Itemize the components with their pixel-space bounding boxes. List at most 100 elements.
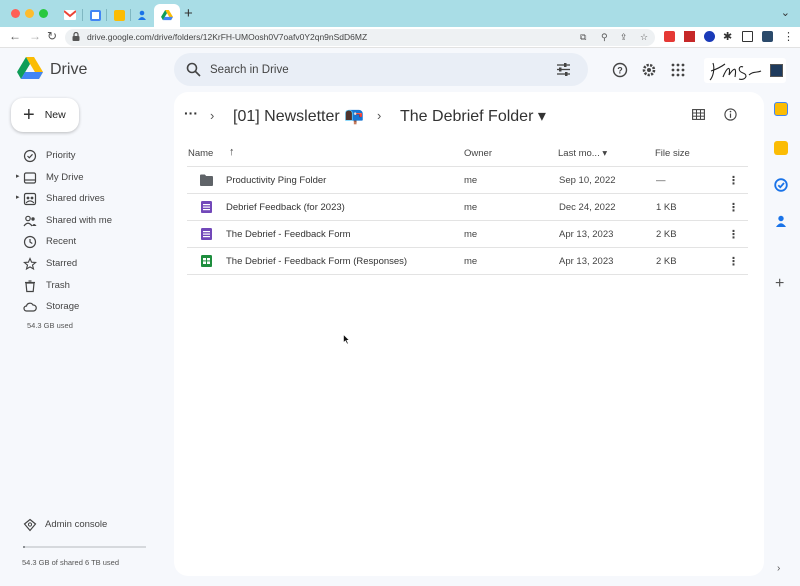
- tab-list-chevron-icon[interactable]: ⌄: [781, 6, 790, 19]
- breadcrumb-parent-folder[interactable]: [01] Newsletter 📭: [233, 106, 364, 126]
- file-owner: me: [464, 229, 478, 240]
- sidebar-item-label: Starred: [46, 258, 78, 269]
- profile-small-icon[interactable]: [762, 31, 773, 42]
- apps-grid-icon[interactable]: [670, 62, 686, 78]
- sidebar-item-storage[interactable]: Storage: [0, 298, 170, 316]
- sidebar-item-label: Trash: [46, 280, 70, 291]
- search-bar[interactable]: [174, 53, 588, 86]
- sidebar-item-label: Priority: [46, 150, 76, 161]
- trash-icon: [25, 280, 35, 293]
- tab-contacts[interactable]: [131, 5, 153, 25]
- file-size: 2 KB: [656, 229, 677, 240]
- hide-side-panel-chevron-icon[interactable]: ›: [777, 563, 780, 574]
- more-actions-icon[interactable]: ⋮: [728, 228, 739, 241]
- more-actions-icon[interactable]: ⋮: [728, 255, 739, 268]
- admin-console-label: Admin console: [45, 519, 108, 530]
- admin-console-link[interactable]: Admin console: [0, 516, 170, 534]
- file-name[interactable]: The Debrief - Feedback Form (Responses): [226, 256, 407, 267]
- sidebar-item-starred[interactable]: Starred: [0, 255, 170, 273]
- chevron-right-icon: ›: [377, 108, 382, 123]
- minimize-window-button[interactable]: [25, 9, 34, 18]
- expand-caret-icon[interactable]: ▸: [16, 193, 20, 201]
- signature-logo-icon: [709, 62, 762, 81]
- bookmark-star-icon[interactable]: ☆: [640, 32, 648, 43]
- forward-button[interactable]: →: [29, 29, 41, 43]
- chevron-right-icon: ›: [210, 108, 215, 123]
- sidebar-item-label: Storage: [46, 301, 80, 312]
- column-header-file-size[interactable]: File size: [655, 148, 690, 159]
- extension-blue-icon[interactable]: [704, 31, 715, 42]
- divider: [187, 193, 748, 194]
- install-app-icon[interactable]: ⧉: [580, 32, 586, 43]
- sidebar-item-my-drive[interactable]: ▸ My Drive: [0, 169, 170, 187]
- back-button[interactable]: ←: [9, 29, 21, 43]
- info-icon[interactable]: [724, 108, 737, 121]
- breadcrumb-more-button[interactable]: ···: [184, 105, 198, 121]
- app-name: Drive: [50, 61, 88, 78]
- sidebar-item-recent[interactable]: Recent: [0, 233, 170, 251]
- file-owner: me: [464, 256, 478, 267]
- tab-calendar[interactable]: [84, 5, 106, 25]
- folder-icon: [200, 174, 213, 186]
- new-tab-button[interactable]: +: [184, 5, 193, 22]
- divider: [187, 247, 748, 248]
- file-browser-panel: [174, 92, 764, 576]
- browser-menu-icon[interactable]: ⋮: [783, 30, 794, 43]
- my-drive-icon: [23, 172, 37, 184]
- keep-side-icon[interactable]: [774, 141, 788, 155]
- zoom-icon[interactable]: ⚲: [601, 32, 608, 43]
- extension-red-icon[interactable]: [664, 31, 675, 42]
- search-filter-icon[interactable]: [556, 62, 571, 77]
- expand-caret-icon[interactable]: ▸: [16, 172, 20, 180]
- reload-button[interactable]: ↻: [47, 29, 57, 43]
- extension-calendar-icon[interactable]: [684, 31, 695, 42]
- drive-logo-icon[interactable]: [17, 57, 43, 81]
- contacts-side-icon[interactable]: [774, 214, 788, 228]
- divider: [187, 220, 748, 221]
- help-icon[interactable]: ?: [612, 62, 628, 78]
- sidebar-item-shared-with-me[interactable]: Shared with me: [0, 212, 170, 230]
- tab-keep[interactable]: [108, 5, 130, 25]
- google-drive-icon: [161, 10, 173, 21]
- file-modified: Dec 24, 2022: [559, 202, 616, 213]
- more-actions-icon[interactable]: ⋮: [728, 201, 739, 214]
- file-name[interactable]: Productivity Ping Folder: [226, 175, 326, 186]
- sidebar-item-priority[interactable]: Priority: [0, 147, 170, 165]
- extensions-puzzle-icon[interactable]: ✱: [723, 30, 732, 43]
- column-header-last-modified[interactable]: Last mo... ▾: [558, 148, 607, 159]
- plus-icon: +: [23, 104, 35, 126]
- tab-gmail[interactable]: [59, 5, 81, 25]
- tab-google-drive[interactable]: [154, 4, 180, 27]
- sort-arrow-icon[interactable]: ↑: [229, 146, 235, 158]
- search-icon[interactable]: [186, 62, 201, 77]
- file-modified: Apr 13, 2023: [559, 256, 614, 267]
- keep-icon: [113, 9, 125, 21]
- column-header-owner[interactable]: Owner: [464, 148, 492, 159]
- url-field[interactable]: drive.google.com/drive/folders/12KrFH-UM…: [65, 29, 655, 46]
- column-header-name[interactable]: Name: [188, 148, 213, 159]
- file-name[interactable]: Debrief Feedback (for 2023): [226, 202, 345, 213]
- side-panel-icon[interactable]: [742, 31, 753, 42]
- file-name[interactable]: The Debrief - Feedback Form: [226, 229, 351, 240]
- calendar-side-icon[interactable]: [774, 102, 788, 116]
- url-text: drive.google.com/drive/folders/12KrFH-UM…: [87, 32, 368, 42]
- search-input[interactable]: [210, 61, 530, 78]
- sidebar-item-shared-drives[interactable]: ▸ Shared drives: [0, 190, 170, 208]
- breadcrumb-current-folder[interactable]: The Debrief Folder ▾: [400, 106, 546, 126]
- share-icon[interactable]: ⇪: [620, 32, 628, 43]
- account-avatar[interactable]: [704, 58, 786, 83]
- tasks-side-icon[interactable]: [774, 178, 788, 192]
- star-icon: [23, 257, 37, 271]
- file-owner: me: [464, 175, 478, 186]
- sidebar-item-label: Recent: [46, 236, 77, 247]
- sidebar-item-label: Shared with me: [46, 215, 113, 226]
- grid-view-icon[interactable]: [692, 109, 705, 120]
- settings-gear-icon[interactable]: [641, 62, 657, 78]
- new-button-label: New: [44, 109, 66, 121]
- new-button[interactable]: + New: [11, 98, 79, 132]
- get-add-ons-button[interactable]: +: [775, 275, 784, 293]
- close-window-button[interactable]: [11, 9, 20, 18]
- maximize-window-button[interactable]: [39, 9, 48, 18]
- sidebar-item-trash[interactable]: Trash: [0, 277, 170, 295]
- more-actions-icon[interactable]: ⋮: [728, 174, 739, 187]
